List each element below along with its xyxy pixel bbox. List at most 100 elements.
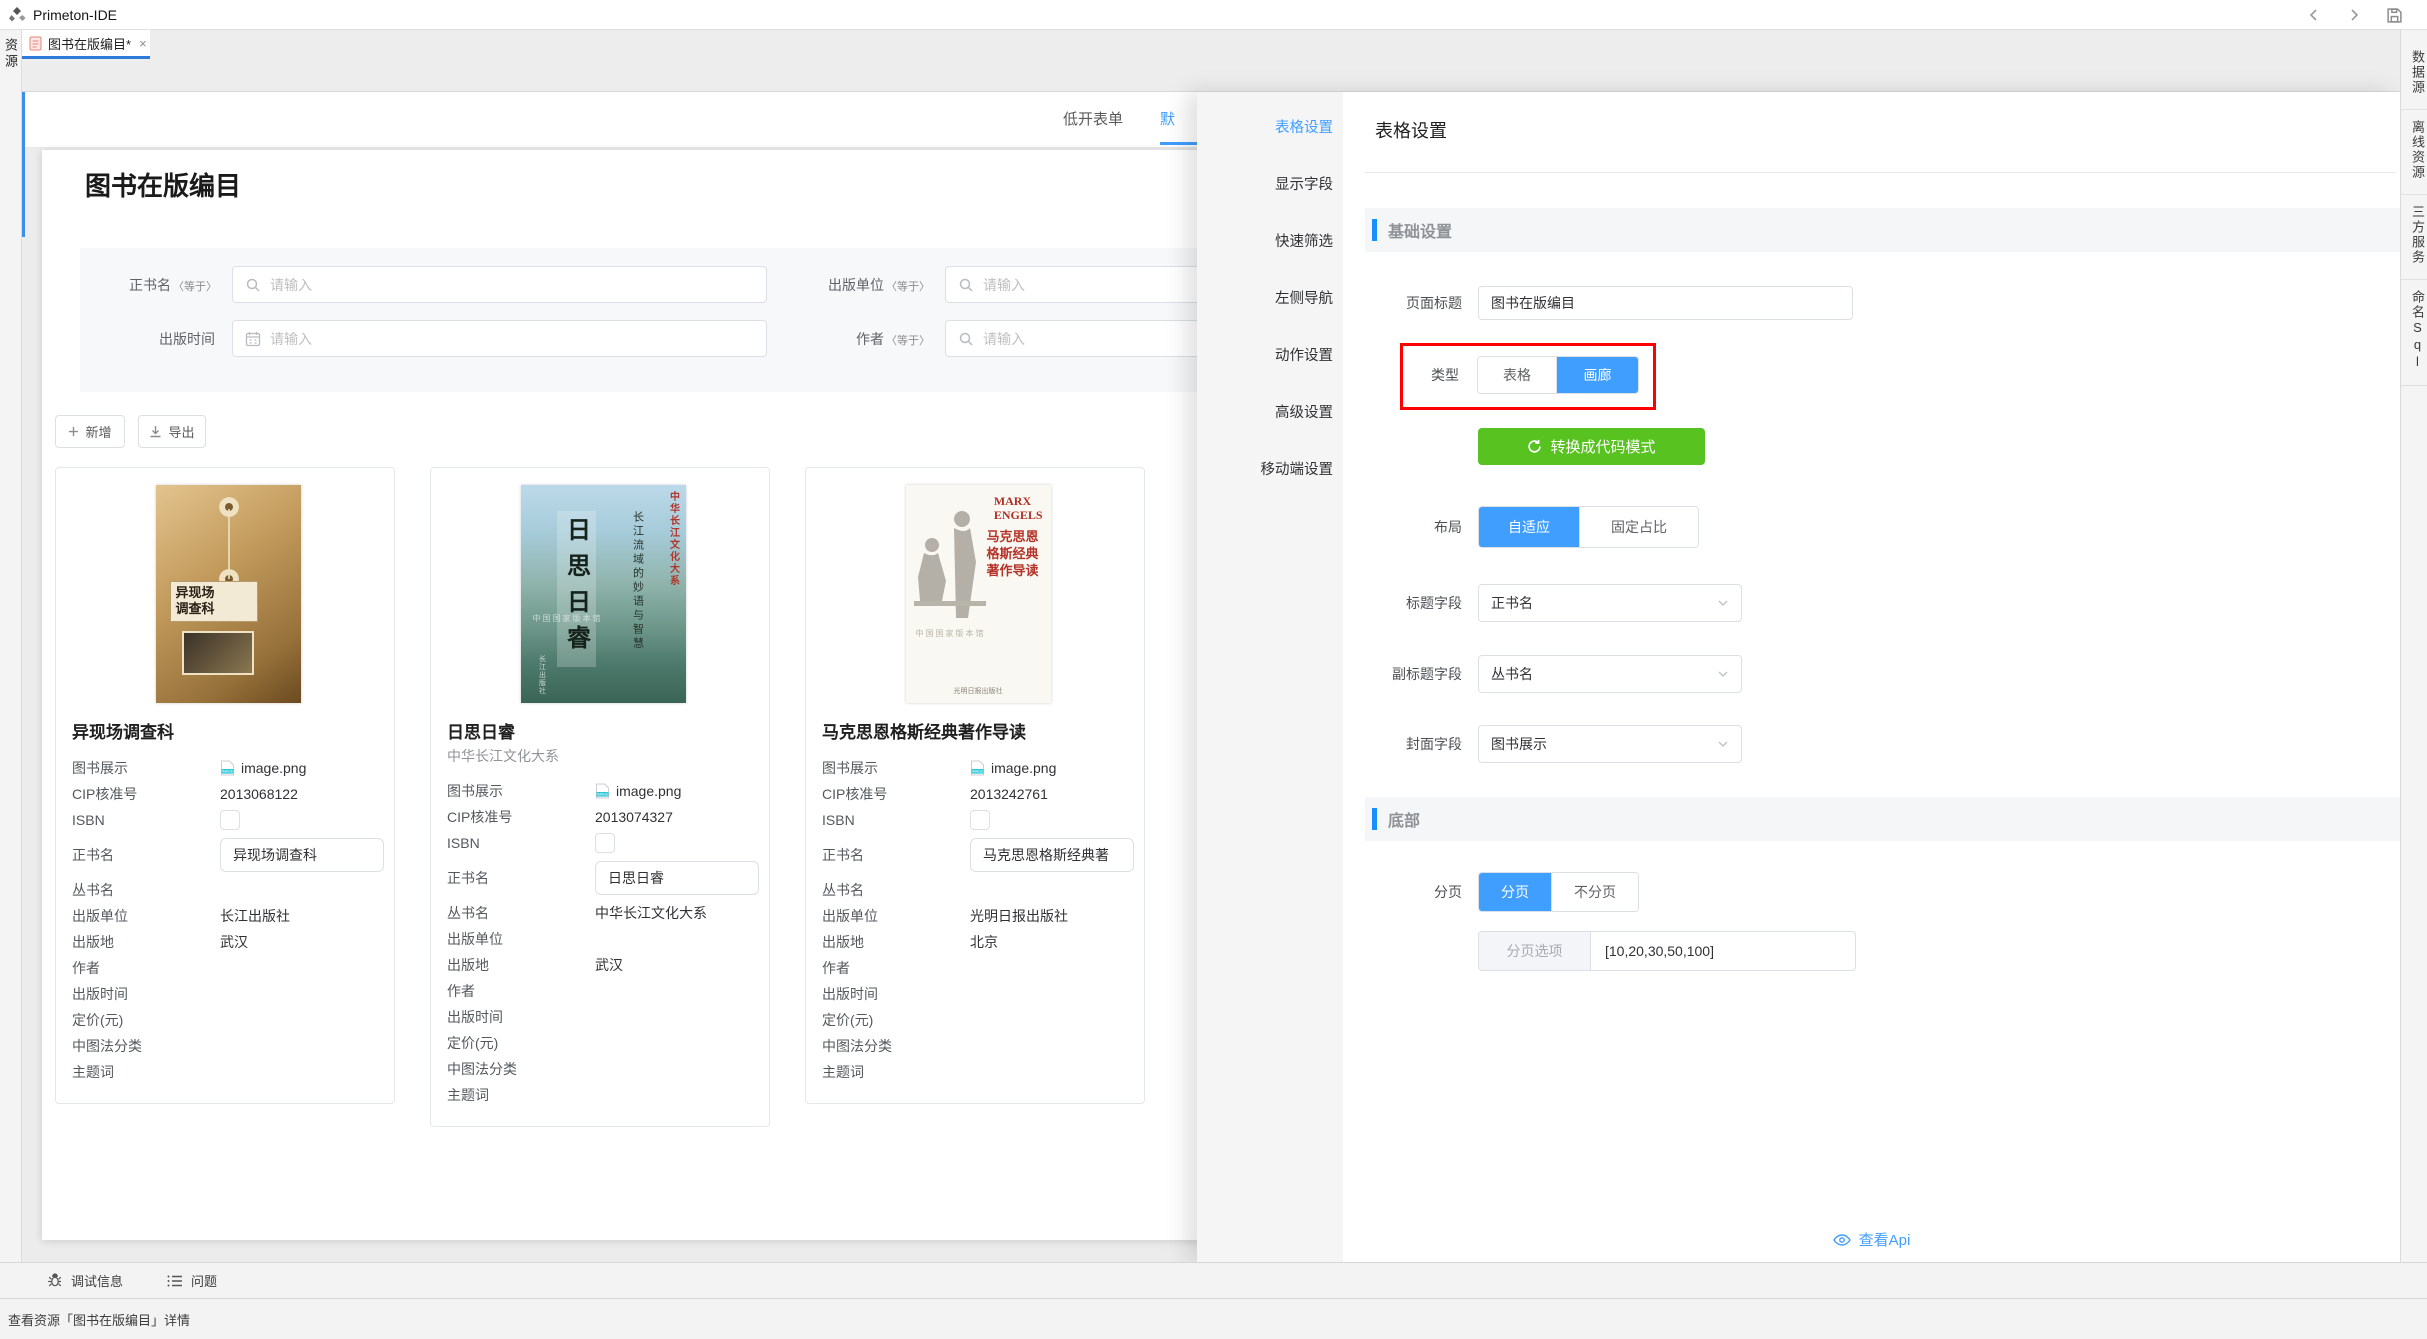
attachment-link[interactable]: IMAGEimage.png	[220, 760, 384, 776]
layout-option-adaptive[interactable]: 自适应	[1479, 507, 1579, 547]
debug-info-item[interactable]: 调试信息	[46, 1271, 123, 1290]
field-label: 作者〈等于〉	[808, 329, 930, 349]
isbn-checkbox[interactable]	[220, 810, 240, 830]
card-field-row: 出版时间	[447, 1004, 759, 1030]
page-size-input[interactable]: 分页选项 [10,20,30,50,100]	[1478, 931, 1856, 971]
card-field-row: 主题词	[822, 1059, 1134, 1085]
search-input[interactable]: 请输入	[945, 266, 1220, 303]
view-sub-tabs: 低开表单 默	[22, 92, 1197, 148]
tab-book-cip[interactable]: 图书在版编目* ×	[22, 30, 150, 56]
paging-option-on[interactable]: 分页	[1479, 873, 1551, 911]
gallery-card[interactable]: MARXENGELS 马克思恩格斯经典著作导读 中国国家版本馆 光明日报出版社 …	[805, 467, 1145, 1104]
gallery-card[interactable]: 异现场 调查科 异现场调查科 图书展示IMAGEimage.pngCIP核准号2…	[55, 467, 395, 1104]
title-field-select[interactable]: 正书名	[1478, 584, 1742, 622]
svg-text:IMAGE: IMAGE	[597, 793, 609, 797]
cover-field-select[interactable]: 图书展示	[1478, 725, 1742, 763]
settings-menu-table[interactable]: 表格设置	[1197, 98, 1343, 155]
card-field-value: 武汉	[220, 932, 384, 952]
export-button[interactable]: 导出	[138, 415, 206, 448]
card-field-label: 图书展示	[72, 758, 220, 778]
settings-menu-display-fields[interactable]: 显示字段	[1197, 155, 1343, 212]
card-field-value: 中华长江文化大系	[595, 903, 759, 923]
isbn-checkbox[interactable]	[595, 833, 615, 853]
settings-menu-mobile[interactable]: 移动端设置	[1197, 440, 1343, 497]
card-field-row: CIP核准号2013242761	[822, 781, 1134, 807]
book-name-input[interactable]: 日思日睿	[595, 861, 759, 895]
card-field-row: 出版时间	[72, 981, 384, 1007]
field-label: 出版时间	[95, 329, 217, 349]
section-footer: 底部	[1365, 797, 2400, 841]
sidebar-item-offline-resources[interactable]: 离线资源	[2401, 110, 2427, 195]
card-field-label: 出版地	[72, 932, 220, 952]
settings-menu-quick-filter[interactable]: 快速筛选	[1197, 212, 1343, 269]
active-tab-underline	[22, 56, 150, 59]
subtitle-field-select[interactable]: 丛书名	[1478, 655, 1742, 693]
page-title-input[interactable]: 图书在版编目	[1478, 286, 1853, 320]
debug-icon	[46, 1273, 63, 1288]
save-icon[interactable]	[2385, 6, 2403, 24]
book-name-input[interactable]: 异现场调查科	[220, 838, 384, 872]
add-button[interactable]: 新增	[55, 415, 125, 448]
card-field-row: 正书名异现场调查科	[72, 833, 384, 877]
nav-forward-icon[interactable]	[2345, 6, 2363, 24]
app-logo-icon	[8, 6, 26, 24]
settings-menu-left-nav[interactable]: 左侧导航	[1197, 269, 1343, 326]
close-icon[interactable]: ×	[139, 36, 147, 51]
layout-row: 布局 自适应 固定占比	[1365, 506, 2396, 548]
gallery-card[interactable]: 中华长江文化大系 长江流域的妙语与智慧 日思日睿 中国国家版本馆 长江出版社 日…	[430, 467, 770, 1127]
sidebar-item-named-sql[interactable]: 命名Sql	[2401, 280, 2427, 386]
settings-menu-actions[interactable]: 动作设置	[1197, 326, 1343, 383]
section-accent-bar	[1372, 808, 1377, 830]
card-field-row: ISBN	[72, 807, 384, 833]
card-field-label: 定价(元)	[447, 1033, 595, 1053]
annotation-highlight: 类型 表格 画廊	[1400, 343, 1656, 410]
isbn-checkbox[interactable]	[970, 810, 990, 830]
type-option-gallery[interactable]: 画廊	[1556, 357, 1638, 393]
convert-code-button[interactable]: 转换成代码模式	[1478, 428, 1705, 465]
card-field-label: 定价(元)	[822, 1010, 970, 1030]
layout-option-fixed[interactable]: 固定占比	[1579, 507, 1698, 547]
type-option-table[interactable]: 表格	[1478, 357, 1556, 393]
chevron-down-icon	[1717, 668, 1729, 680]
page-title: 图书在版编目	[85, 166, 241, 203]
list-icon	[167, 1274, 183, 1288]
card-field-row: 图书展示IMAGEimage.png	[447, 778, 759, 804]
book-name-input[interactable]: 马克思恩格斯经典著	[970, 838, 1134, 872]
problems-item[interactable]: 问题	[167, 1271, 217, 1290]
left-panel-accent-bar	[22, 92, 25, 237]
cover-wrap: 中华长江文化大系 长江流域的妙语与智慧 日思日睿 中国国家版本馆 长江出版社	[447, 478, 759, 710]
settings-heading: 表格设置	[1365, 116, 2396, 146]
sidebar-item-datasource[interactable]: 数据源	[2401, 40, 2427, 110]
search-icon	[958, 277, 974, 293]
card-field-label: 丛书名	[822, 880, 970, 900]
app-title: Primeton-IDE	[33, 7, 117, 23]
attachment-link[interactable]: IMAGEimage.png	[970, 760, 1134, 776]
paging-option-off[interactable]: 不分页	[1551, 873, 1638, 911]
card-field-value: 2013074327	[595, 809, 759, 825]
field-label: 出版单位〈等于〉	[808, 275, 930, 295]
calendar-icon	[245, 331, 261, 347]
view-api-link[interactable]: 查看Api	[1343, 1229, 2400, 1250]
nav-back-icon[interactable]	[2305, 6, 2323, 24]
type-toggle: 表格 画廊	[1477, 356, 1639, 394]
tab-default-view[interactable]: 默	[1160, 92, 1197, 145]
sidebar-item-third-party-services[interactable]: 三方服务	[2401, 195, 2427, 280]
attachment-link[interactable]: IMAGEimage.png	[595, 783, 759, 799]
search-input[interactable]: 请输入	[945, 320, 1220, 357]
sidebar-item-resources[interactable]: 资源	[1, 38, 20, 70]
card-field-label: 中图法分类	[447, 1059, 595, 1079]
card-field-label: 中图法分类	[822, 1036, 970, 1056]
card-field-row: 出版时间	[822, 981, 1134, 1007]
card-field-label: 定价(元)	[72, 1010, 220, 1030]
card-field-value: 光明日报出版社	[970, 906, 1134, 926]
cover-field-row: 封面字段 图书展示	[1365, 725, 2396, 763]
search-input[interactable]: 请输入	[232, 266, 767, 303]
settings-menu: 表格设置 显示字段 快速筛选 左侧导航 动作设置 高级设置 移动端设置	[1197, 92, 1343, 1262]
card-field-row: 正书名日思日睿	[447, 856, 759, 900]
refresh-icon	[1527, 439, 1542, 454]
card-fields: 图书展示IMAGEimage.pngCIP核准号2013074327ISBN正书…	[447, 778, 759, 1108]
date-input[interactable]: 请输入	[232, 320, 767, 357]
settings-menu-advanced[interactable]: 高级设置	[1197, 383, 1343, 440]
form-preview-panel: 图书在版编目 正书名〈等于〉 请输入 出版单位〈等于〉 请输入 出版时间	[42, 150, 1220, 1240]
tab-lowcode-form[interactable]: 低开表单	[1063, 92, 1123, 148]
